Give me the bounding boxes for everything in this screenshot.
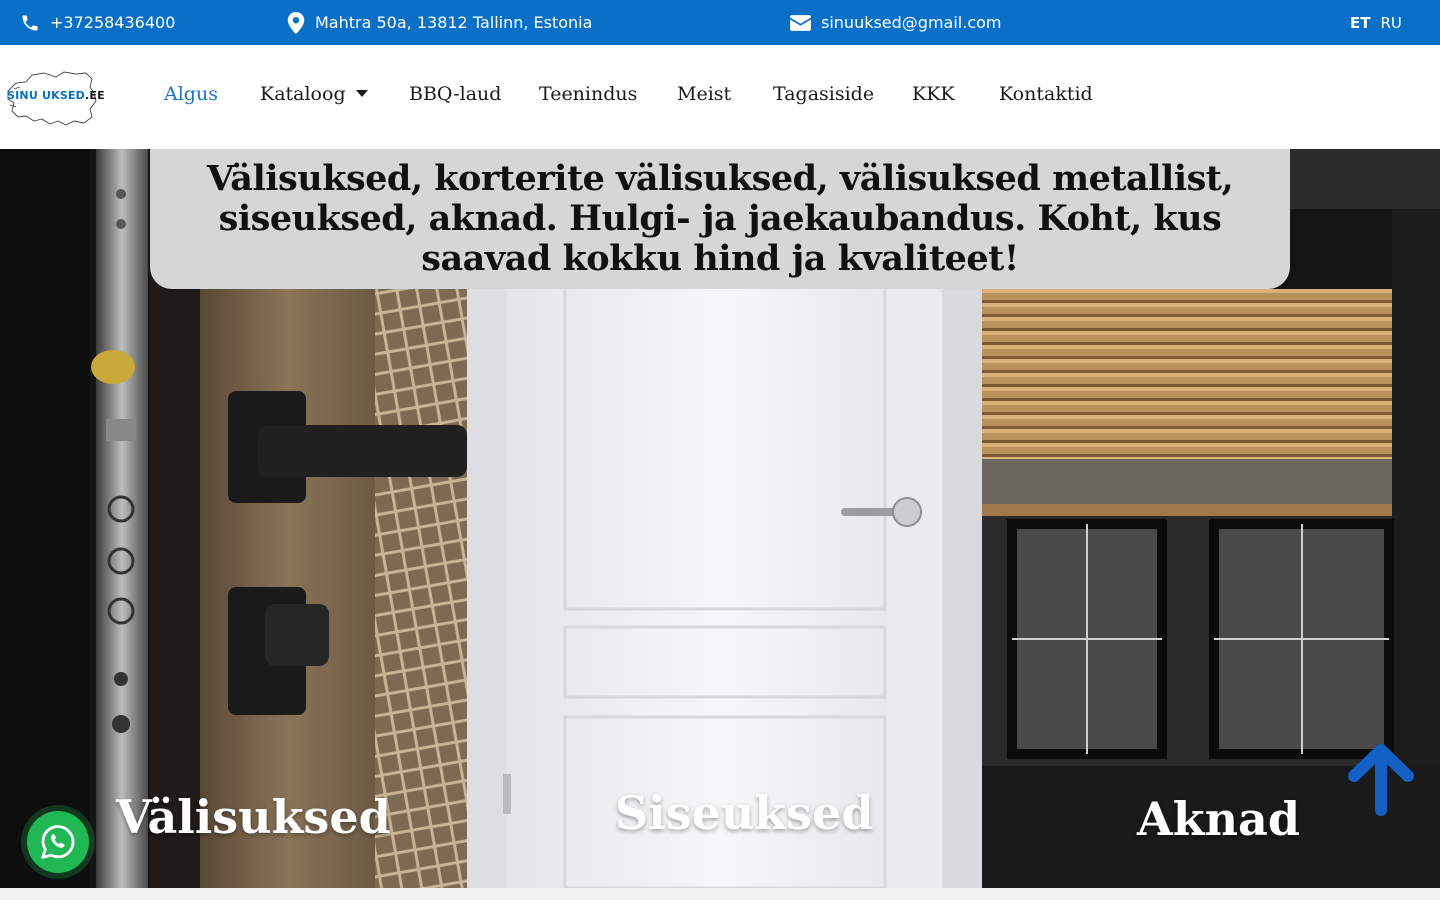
- whatsapp-button[interactable]: [27, 811, 89, 873]
- nav-item-kkk[interactable]: KKK: [912, 83, 955, 105]
- nav-item-kataloog[interactable]: Kataloog: [260, 83, 368, 105]
- nav-item-kontaktid[interactable]: Kontaktid: [999, 83, 1093, 105]
- site-header: SINU UKSED.EE Algus Kataloog BBQ-laud Te…: [0, 45, 1440, 149]
- lang-ru[interactable]: RU: [1380, 14, 1401, 32]
- lang-et[interactable]: ET: [1350, 14, 1370, 32]
- map-pin-icon: [287, 11, 305, 34]
- address-contact[interactable]: Mahtra 50a, 13812 Tallinn, Estonia: [287, 0, 592, 45]
- address-text: Mahtra 50a, 13812 Tallinn, Estonia: [315, 13, 593, 32]
- nav-item-algus[interactable]: Algus: [164, 83, 218, 105]
- phone-icon: [20, 13, 40, 33]
- nav-item-meist[interactable]: Meist: [677, 83, 731, 105]
- page-bottom-strip: [0, 888, 1440, 900]
- email-contact[interactable]: sinuuksed@gmail.com: [790, 0, 1002, 45]
- hero-headline: Välisuksed, korterite välisuksed, välisu…: [206, 158, 1234, 279]
- arrow-up-icon: [1348, 744, 1414, 816]
- nav-item-tagasiside[interactable]: Tagasiside: [773, 83, 874, 105]
- whatsapp-icon: [41, 825, 75, 859]
- scroll-to-top-button[interactable]: [1344, 744, 1418, 818]
- main-navigation: Algus Kataloog BBQ-laud Teenindus Meist …: [0, 45, 1440, 149]
- email-text: sinuuksed@gmail.com: [821, 13, 1002, 32]
- caret-down-icon: [355, 89, 368, 97]
- category-label-siseuksed: Siseuksed: [615, 786, 874, 840]
- hero-headline-box: Välisuksed, korterite välisuksed, välisu…: [150, 149, 1290, 289]
- category-label-aknad: Aknad: [1137, 792, 1300, 846]
- category-label-valisuksed: Välisuksed: [116, 790, 391, 844]
- language-switcher: ET RU: [1350, 0, 1402, 45]
- phone-contact[interactable]: +37258436400: [20, 0, 175, 45]
- top-contact-bar: +37258436400 Mahtra 50a, 13812 Tallinn, …: [0, 0, 1440, 45]
- nav-item-bbq-laud[interactable]: BBQ-laud: [409, 83, 501, 105]
- phone-number: +37258436400: [50, 13, 176, 32]
- envelope-icon: [790, 14, 811, 31]
- nav-item-teenindus[interactable]: Teenindus: [539, 83, 637, 105]
